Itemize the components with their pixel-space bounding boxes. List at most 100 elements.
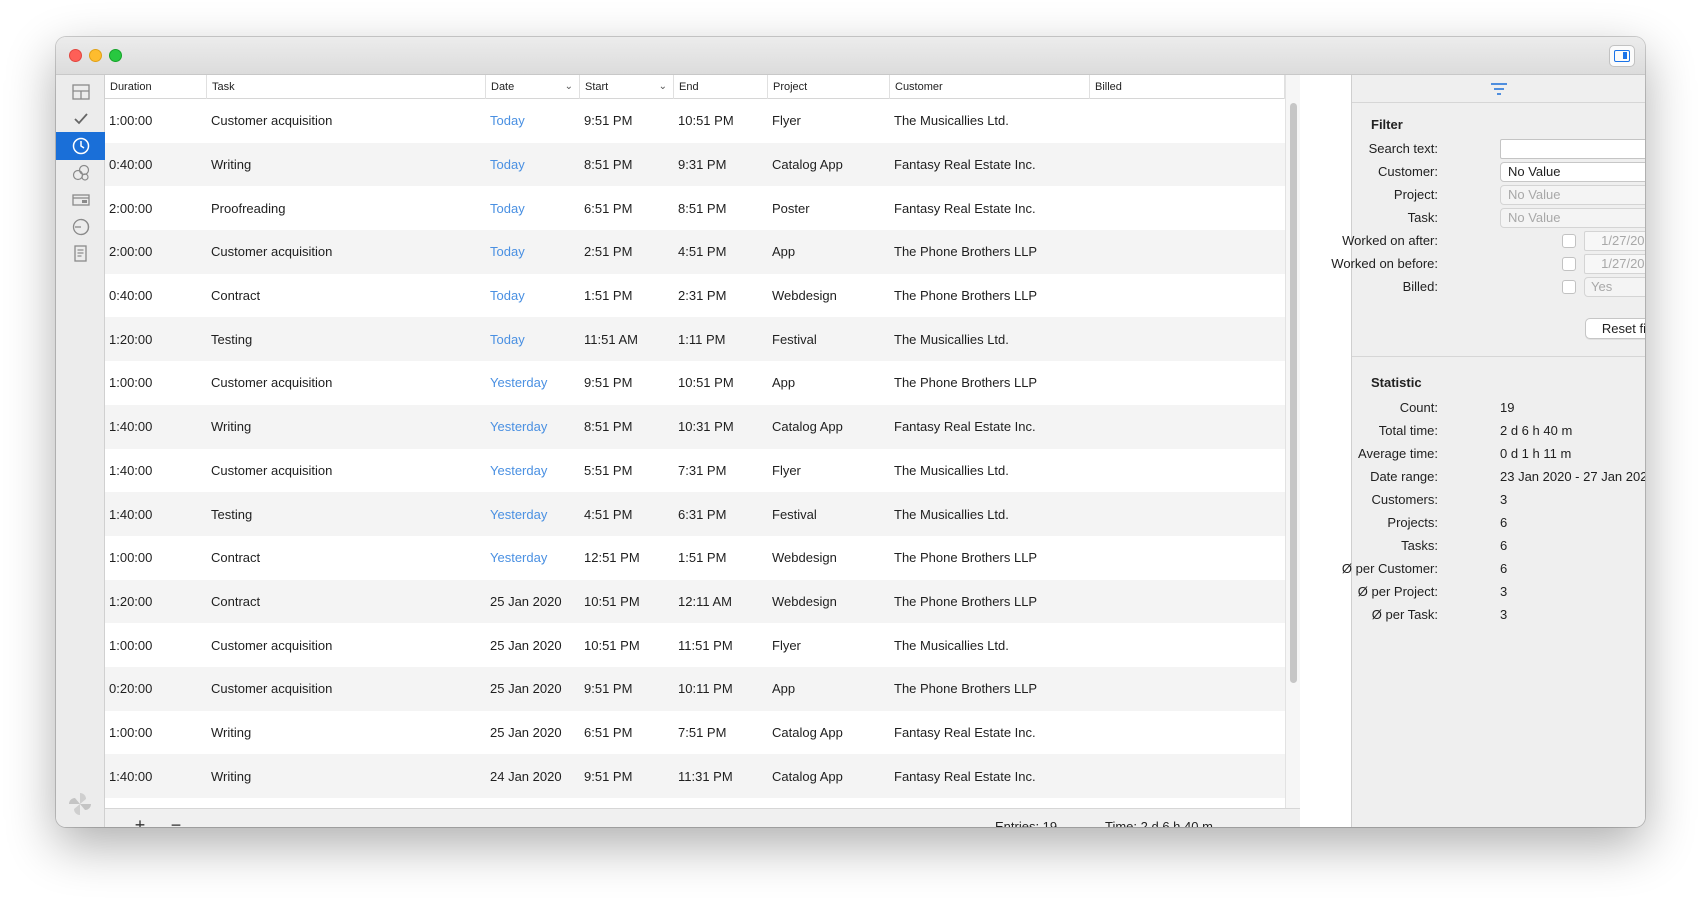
cell-duration: 1:40:00 xyxy=(109,506,153,522)
customer-select-value: No Value xyxy=(1508,164,1561,179)
table-row[interactable]: 1:20:00 Testing Today 11:51 AM 1:11 PM Festiv… xyxy=(105,317,1285,362)
column-header-duration[interactable]: Duration xyxy=(105,75,207,99)
table-row[interactable]: 1:00:00 Customer acquisition Yesterday 9:51… xyxy=(105,361,1285,405)
table-row[interactable]: 1:20:00 Contract 25 Jan 2020 10:51 PM 12:11 … xyxy=(105,579,1285,624)
sidebar-item-invoices[interactable] xyxy=(56,186,105,214)
filter-worked-before-row: Worked on before: 1/27/2020 ▲▼ xyxy=(1331,254,1645,274)
sidebar-item-dashboard[interactable] xyxy=(56,78,105,106)
cell-duration: 1:00:00 xyxy=(109,724,153,740)
task-select[interactable]: No Value ▴▾ xyxy=(1500,208,1645,228)
cell-billed xyxy=(1090,405,1094,449)
column-header-date[interactable]: Date ⌄ xyxy=(486,75,580,99)
column-header-project[interactable]: Project xyxy=(768,75,890,99)
table-row[interactable]: 2:00:00 Customer acquisition Today 2:51 PM 4… xyxy=(105,230,1285,274)
table-row[interactable]: 1:00:00 Customer acquisition 25 Jan 2020 10… xyxy=(105,623,1285,667)
cell-duration: 1:00:00 xyxy=(109,375,153,391)
cell-date: Today xyxy=(490,157,525,173)
billed-select-value: Yes xyxy=(1591,279,1613,294)
cell-customer: The Phone Brothers LLP xyxy=(894,681,1038,697)
sidebar-item-time-entries[interactable] xyxy=(56,132,105,160)
table-row[interactable]: 1:00:00 Customer acquisition Today 9:51 PM 1… xyxy=(105,99,1285,143)
cell-end: 1:11 PM xyxy=(678,331,726,347)
scroll-thumb[interactable] xyxy=(1290,103,1297,683)
cell-project: Festival xyxy=(772,331,817,347)
column-header-billed[interactable]: Billed xyxy=(1090,75,1285,99)
cell-task: Writing xyxy=(211,157,252,173)
table-row[interactable]: 0:40:00 Writing Today 8:51 PM 9:31 PM Catalog… xyxy=(105,142,1285,187)
table-row[interactable]: 0:20:00 Customer acquisition 25 Jan 2020 9:… xyxy=(105,666,1285,711)
table-row[interactable]: 1:40:00 Writing Yesterday 8:51 PM 10:31 PM Ca… xyxy=(105,404,1285,449)
column-header-customer[interactable]: Customer xyxy=(890,75,1090,99)
cell-project: App xyxy=(772,244,796,260)
sidebar-item-documents[interactable] xyxy=(56,240,105,268)
statistic-value: 23 Jan 2020 - 27 Jan 2020 xyxy=(1500,469,1645,484)
customer-select[interactable]: No Value ▴▾ xyxy=(1500,162,1645,182)
statistic-label: Date range: xyxy=(1370,469,1438,484)
filter-search-row: Search text: xyxy=(1352,139,1645,159)
reset-filter-button[interactable]: Reset filter xyxy=(1585,318,1645,339)
worked-after-checkbox[interactable] xyxy=(1562,234,1576,248)
cell-customer: Fantasy Real Estate Inc. xyxy=(894,768,1036,784)
cell-date: Today xyxy=(490,244,525,260)
toggle-inspector-button[interactable] xyxy=(1609,45,1635,67)
table-row[interactable]: 1:00:00 Writing 25 Jan 2020 6:51 PM 7:51 PM C… xyxy=(105,711,1285,755)
statistic-row: Ø per Project: 3 xyxy=(1352,582,1645,602)
customers-icon xyxy=(72,164,89,181)
search-input[interactable] xyxy=(1500,139,1645,159)
statistic-row: Count: 19 xyxy=(1352,398,1645,418)
cell-task: Customer acquisition xyxy=(211,113,333,129)
cell-date: Today xyxy=(490,288,525,304)
cell-start: 4:51 PM xyxy=(584,506,633,522)
worked-before-date-field[interactable]: 1/27/2020 xyxy=(1584,254,1645,274)
statistic-label: Ø per Task: xyxy=(1371,607,1438,622)
table-row[interactable]: 1:40:00 Writing 24 Jan 2020 9:51 PM 11:31 PM… xyxy=(105,754,1285,798)
cell-start: 9:51 PM xyxy=(584,681,633,697)
cell-duration: 1:40:00 xyxy=(109,768,153,784)
billed-select[interactable]: Yes ▴▾ xyxy=(1584,277,1645,297)
cell-end: 10:51 PM xyxy=(678,375,734,391)
sidebar-item-customers[interactable] xyxy=(56,159,105,187)
cell-end: 8:51 PM xyxy=(678,200,727,216)
cell-start: 9:51 PM xyxy=(584,375,633,391)
billed-checkbox[interactable] xyxy=(1562,280,1576,294)
cell-date: Yesterday xyxy=(490,375,548,391)
close-window-button[interactable] xyxy=(69,49,82,62)
statistic-label: Ø per Customer: xyxy=(1341,561,1438,576)
cell-task: Customer acquisition xyxy=(211,244,333,260)
worked-after-date-field[interactable]: 1/27/2020 xyxy=(1584,231,1645,251)
billed-label: Billed: xyxy=(1402,279,1438,294)
table-row[interactable]: 1:40:00 Testing Yesterday 4:51 PM 6:31 PM Fes… xyxy=(105,492,1285,536)
statistic-value: 19 xyxy=(1500,400,1515,415)
sort-chevron-icon: ⌄ xyxy=(564,81,573,92)
zoom-window-button[interactable] xyxy=(109,49,122,62)
column-header-task[interactable]: Task xyxy=(207,75,486,99)
cell-customer: The Phone Brothers LLP xyxy=(894,550,1038,566)
vertical-scrollbar[interactable] xyxy=(1285,75,1300,808)
cell-duration: 1:40:00 xyxy=(109,419,153,435)
cell-start: 2:51 PM xyxy=(584,244,633,260)
cell-project: Flyer xyxy=(772,462,801,478)
dashboard-icon xyxy=(71,84,90,100)
cell-project: Flyer xyxy=(772,113,801,129)
remove-entry-button[interactable]: − xyxy=(164,815,188,827)
project-select[interactable]: No Value ▴▾ xyxy=(1500,185,1645,205)
add-entry-button[interactable]: + xyxy=(128,815,152,827)
cell-start: 10:51 PM xyxy=(584,637,640,653)
cell-start: 10:51 PM xyxy=(584,593,640,609)
filter-lines-icon[interactable] xyxy=(1490,82,1508,96)
table-row[interactable]: 2:00:00 Proofreading Today 6:51 PM 8:51 PM Po… xyxy=(105,186,1285,230)
sidebar-item-reports[interactable] xyxy=(56,213,105,241)
cell-customer: The Musicallies Ltd. xyxy=(894,113,1009,129)
task-label: Task: xyxy=(1407,210,1438,225)
column-header-start[interactable]: Start ⌄ xyxy=(580,75,674,99)
sidebar-item-tasks[interactable] xyxy=(56,105,105,133)
cell-date: 24 Jan 2020 xyxy=(490,768,562,784)
table-row[interactable]: 1:00:00 Contract Yesterday 12:51 PM 1:51 PM W… xyxy=(105,536,1285,580)
cell-duration: 1:00:00 xyxy=(109,637,153,653)
cell-start: 12:51 PM xyxy=(584,550,640,566)
worked-before-checkbox[interactable] xyxy=(1562,257,1576,271)
column-header-end[interactable]: End xyxy=(674,75,768,99)
table-row[interactable]: 0:40:00 Contract Today 1:51 PM 2:31 PM Webdes… xyxy=(105,274,1285,318)
table-row[interactable]: 1:40:00 Customer acquisition Yesterday 5:51… xyxy=(105,449,1285,493)
minimize-window-button[interactable] xyxy=(89,49,102,62)
